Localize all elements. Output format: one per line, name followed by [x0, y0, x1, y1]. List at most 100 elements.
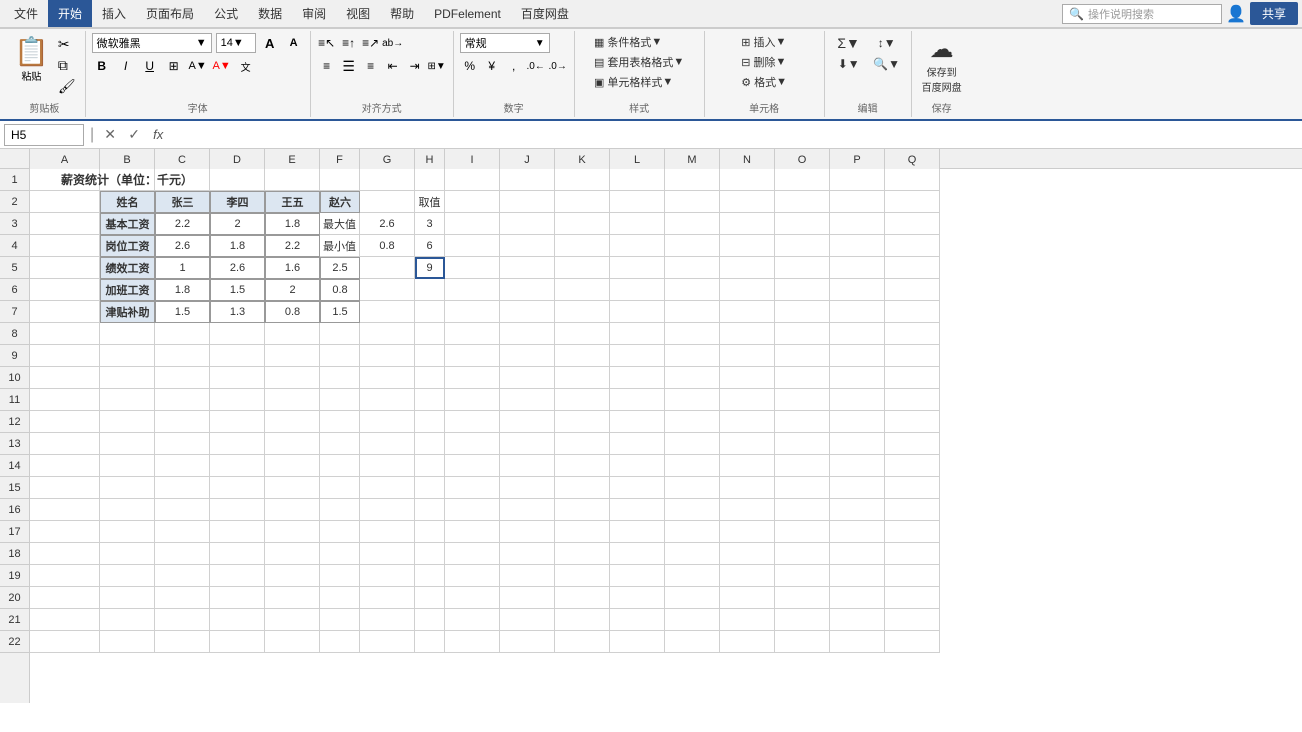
col-header-C[interactable]: C	[155, 149, 210, 171]
cell-E16[interactable]	[265, 499, 320, 521]
col-header-N[interactable]: N	[720, 149, 775, 171]
cell-J4[interactable]	[500, 235, 555, 257]
cell-J17[interactable]	[500, 521, 555, 543]
cell-D14[interactable]	[210, 455, 265, 477]
cell-C5[interactable]: 1	[155, 257, 210, 279]
col-header-J[interactable]: J	[500, 149, 555, 171]
cell-F9[interactable]	[320, 345, 360, 367]
cell-P4[interactable]	[830, 235, 885, 257]
cell-A8[interactable]	[30, 323, 100, 345]
cell-A14[interactable]	[30, 455, 100, 477]
cell-Q4[interactable]	[885, 235, 940, 257]
cell-F18[interactable]	[320, 543, 360, 565]
cell-O8[interactable]	[775, 323, 830, 345]
cell-I14[interactable]	[445, 455, 500, 477]
menu-data[interactable]: 数据	[248, 0, 292, 27]
cell-O9[interactable]	[775, 345, 830, 367]
cell-O11[interactable]	[775, 389, 830, 411]
cell-F12[interactable]	[320, 411, 360, 433]
cell-O4[interactable]	[775, 235, 830, 257]
cell-F6[interactable]: 0.8	[320, 279, 360, 301]
cell-O7[interactable]	[775, 301, 830, 323]
cell-Q17[interactable]	[885, 521, 940, 543]
cell-A4[interactable]	[30, 235, 100, 257]
cell-G11[interactable]	[360, 389, 415, 411]
row-header-2[interactable]: 2	[0, 191, 29, 213]
cell-J2[interactable]	[500, 191, 555, 213]
cell-N13[interactable]	[720, 433, 775, 455]
cell-N16[interactable]	[720, 499, 775, 521]
cell-L14[interactable]	[610, 455, 665, 477]
cell-J12[interactable]	[500, 411, 555, 433]
cell-D4[interactable]: 1.8	[210, 235, 265, 257]
cell-B6[interactable]: 加班工资	[100, 279, 155, 301]
cell-H5[interactable]: 9	[415, 257, 445, 279]
cell-Q14[interactable]	[885, 455, 940, 477]
cell-B15[interactable]	[100, 477, 155, 499]
cell-P14[interactable]	[830, 455, 885, 477]
cell-G3[interactable]: 2.6	[360, 213, 415, 235]
cell-G9[interactable]	[360, 345, 415, 367]
cell-I12[interactable]	[445, 411, 500, 433]
cell-Q18[interactable]	[885, 543, 940, 565]
cell-Q3[interactable]	[885, 213, 940, 235]
row-header-4[interactable]: 4	[0, 235, 29, 257]
cancel-formula-button[interactable]: ✕	[100, 125, 120, 145]
cell-D2[interactable]: 李四	[210, 191, 265, 213]
cell-O19[interactable]	[775, 565, 830, 587]
cell-K18[interactable]	[555, 543, 610, 565]
fill-color-button[interactable]: A▼	[188, 56, 208, 76]
cell-Q1[interactable]	[885, 169, 940, 191]
cell-F17[interactable]	[320, 521, 360, 543]
cell-D20[interactable]	[210, 587, 265, 609]
cell-F10[interactable]	[320, 367, 360, 389]
delete-cells-button[interactable]: ⊟ 删除 ▼	[737, 53, 790, 71]
cell-P7[interactable]	[830, 301, 885, 323]
cell-K22[interactable]	[555, 631, 610, 653]
cell-I11[interactable]	[445, 389, 500, 411]
cell-J1[interactable]	[500, 169, 555, 191]
cell-O1[interactable]	[775, 169, 830, 191]
menu-pdf[interactable]: PDFelement	[424, 0, 511, 27]
cell-C6[interactable]: 1.8	[155, 279, 210, 301]
cell-H17[interactable]	[415, 521, 445, 543]
cell-J8[interactable]	[500, 323, 555, 345]
cell-K11[interactable]	[555, 389, 610, 411]
cell-O12[interactable]	[775, 411, 830, 433]
increase-font-button[interactable]: A	[260, 33, 280, 53]
cell-I4[interactable]	[445, 235, 500, 257]
cell-J3[interactable]	[500, 213, 555, 235]
number-format-dropdown[interactable]: 常规 ▼	[460, 33, 550, 53]
cell-N15[interactable]	[720, 477, 775, 499]
cell-L6[interactable]	[610, 279, 665, 301]
cell-M12[interactable]	[665, 411, 720, 433]
cell-B18[interactable]	[100, 543, 155, 565]
cell-H19[interactable]	[415, 565, 445, 587]
cell-N18[interactable]	[720, 543, 775, 565]
cell-E9[interactable]	[265, 345, 320, 367]
confirm-formula-button[interactable]: ✓	[124, 125, 144, 145]
font-size-dropdown[interactable]: 14 ▼	[216, 33, 256, 53]
cell-O3[interactable]	[775, 213, 830, 235]
row-header-3[interactable]: 3	[0, 213, 29, 235]
indent-left-button[interactable]: ⇤	[383, 56, 403, 76]
cell-I18[interactable]	[445, 543, 500, 565]
cell-K17[interactable]	[555, 521, 610, 543]
cell-A15[interactable]	[30, 477, 100, 499]
cell-I16[interactable]	[445, 499, 500, 521]
cell-P1[interactable]	[830, 169, 885, 191]
cell-Q15[interactable]	[885, 477, 940, 499]
cell-F19[interactable]	[320, 565, 360, 587]
cell-K5[interactable]	[555, 257, 610, 279]
merge-center-button[interactable]: ⊞▼	[427, 56, 447, 76]
cell-K19[interactable]	[555, 565, 610, 587]
cell-K7[interactable]	[555, 301, 610, 323]
cell-P16[interactable]	[830, 499, 885, 521]
col-header-H[interactable]: H	[415, 149, 445, 171]
cell-Q20[interactable]	[885, 587, 940, 609]
table-format-button[interactable]: ▤ 套用表格格式 ▼	[590, 53, 688, 71]
cell-K9[interactable]	[555, 345, 610, 367]
cell-N3[interactable]	[720, 213, 775, 235]
cell-B3[interactable]: 基本工资	[100, 213, 155, 235]
row-header-5[interactable]: 5	[0, 257, 29, 279]
